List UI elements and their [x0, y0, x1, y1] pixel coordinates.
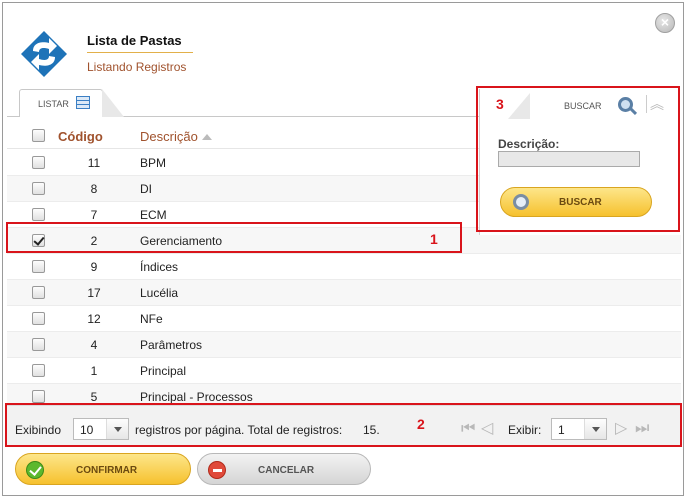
- cancel-button[interactable]: CANCELAR: [197, 453, 371, 485]
- annotation-1: 1: [430, 231, 438, 247]
- check-icon: [26, 461, 44, 479]
- row-code: 12: [87, 312, 101, 326]
- row-description: Principal: [140, 364, 187, 378]
- row-description: Parâmetros: [140, 338, 203, 352]
- confirm-button[interactable]: CONFIRMAR: [15, 453, 191, 485]
- row-checkbox[interactable]: [32, 182, 45, 195]
- row-code: 7: [90, 208, 98, 222]
- confirm-button-label: CONFIRMAR: [76, 465, 138, 476]
- annotation-2: 2: [417, 416, 425, 432]
- highlight-box-3: [476, 86, 680, 232]
- row-code: 9: [90, 260, 98, 274]
- select-all-checkbox[interactable]: [32, 129, 45, 142]
- table-row[interactable]: 4 Parâmetros: [7, 332, 681, 358]
- row-description: Principal - Processos: [140, 390, 253, 404]
- row-checkbox[interactable]: [32, 260, 45, 273]
- table-row[interactable]: 12 NFe: [7, 306, 681, 332]
- app-logo: [21, 31, 67, 77]
- title-underline: [87, 52, 193, 53]
- row-checkbox[interactable]: [32, 312, 45, 325]
- minus-icon: [208, 461, 226, 479]
- close-icon[interactable]: ×: [655, 13, 675, 33]
- column-header-descricao[interactable]: Descrição: [140, 129, 212, 144]
- column-header-descricao-label: Descrição: [140, 129, 198, 144]
- table-row[interactable]: 1 Principal: [7, 358, 681, 384]
- row-code: 17: [87, 286, 101, 300]
- annotation-3: 3: [496, 96, 504, 112]
- row-checkbox[interactable]: [32, 156, 45, 169]
- row-checkbox[interactable]: [32, 338, 45, 351]
- tab-listar-label: LISTAR: [38, 99, 69, 109]
- sort-asc-icon: [201, 134, 212, 140]
- highlight-box-1: [6, 222, 462, 253]
- tab-fold: [102, 89, 124, 117]
- grid-icon: [76, 96, 90, 109]
- page-title: Lista de Pastas: [87, 33, 182, 48]
- row-code: 1: [90, 364, 98, 378]
- row-description: Lucélia: [140, 286, 179, 300]
- table-row[interactable]: 9 Índices: [7, 254, 681, 280]
- row-code: 4: [90, 338, 98, 352]
- page-subtitle: Listando Registros: [87, 60, 187, 74]
- highlight-box-2: [5, 403, 682, 447]
- cancel-button-label: CANCELAR: [258, 465, 315, 476]
- row-checkbox[interactable]: [32, 390, 45, 403]
- row-description: Índices: [140, 260, 179, 274]
- table-row[interactable]: 17 Lucélia: [7, 280, 681, 306]
- row-description: ECM: [140, 208, 167, 222]
- row-description: BPM: [140, 156, 167, 170]
- row-checkbox[interactable]: [32, 208, 45, 221]
- column-header-codigo[interactable]: Código: [58, 129, 103, 144]
- tab-listar[interactable]: LISTAR: [19, 89, 124, 117]
- row-code: 11: [87, 156, 101, 170]
- row-checkbox[interactable]: [32, 286, 45, 299]
- row-description: DI: [140, 182, 152, 196]
- row-description: NFe: [140, 312, 163, 326]
- row-code: 8: [90, 182, 98, 196]
- row-code: 5: [90, 390, 98, 404]
- row-checkbox[interactable]: [32, 364, 45, 377]
